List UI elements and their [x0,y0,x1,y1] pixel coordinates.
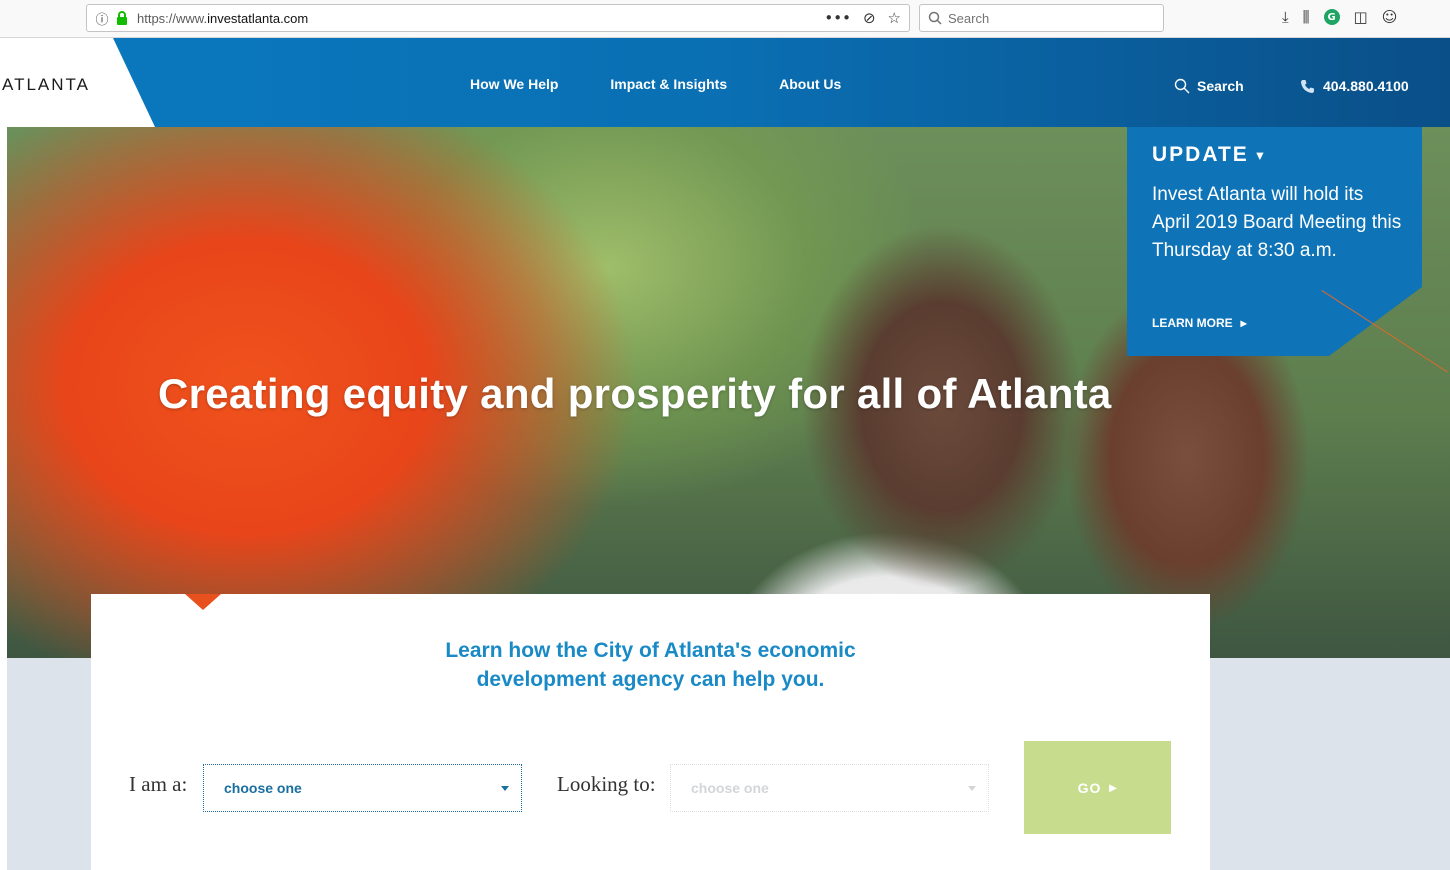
phone-number: 404.880.4100 [1323,78,1409,94]
hero-title: Creating equity and prosperity for all o… [158,370,1112,417]
phone-icon [1301,79,1314,93]
pocket-icon[interactable]: ⊘ [863,9,876,27]
i-am-select[interactable]: choose one [203,764,522,812]
chevron-down-icon [968,786,976,791]
update-heading[interactable]: UPDATE ▾ [1152,143,1265,167]
page-actions: ••• ⊘ ☆ [824,9,909,27]
learn-more-link[interactable]: LEARN MORE ▸ [1152,316,1247,330]
library-icon[interactable]: ⫼ [1303,8,1310,26]
browser-toolbar-icons: ⤓ ⫼ G ◫ ☺ [1282,8,1397,26]
url-domain: investatlanta.com [207,10,309,26]
i-am-select-value: choose one [224,780,302,796]
caret-down-icon: ▾ [1256,147,1266,163]
nav-impact-insights[interactable]: Impact & Insights [610,76,727,92]
main-nav: How We Help Impact & Insights About Us [470,76,841,92]
browser-search-box[interactable]: Search [919,4,1164,32]
header-search-label: Search [1197,78,1244,94]
looking-to-label: Looking to: [557,772,656,796]
arrow-right-icon: ▸ [1240,316,1247,330]
browser-toolbar: ⓘ https://www.investatlanta.com ••• ⊘ ☆ … [0,0,1450,38]
i-am-label: I am a: [129,772,188,796]
update-message: Invest Atlanta will hold its April 2019 … [1152,184,1402,261]
magnifier-icon [928,11,942,25]
looking-to-select-value: choose one [691,780,769,796]
chevron-down-icon [501,786,509,791]
looking-to-select[interactable]: choose one [670,764,989,812]
url-text[interactable]: https://www.investatlanta.com [137,11,308,26]
update-heading-text: UPDATE [1152,143,1249,166]
address-bar[interactable]: ⓘ https://www.investatlanta.com ••• ⊘ ☆ [86,4,910,32]
sidebar-toggle-icon[interactable]: ◫ [1354,8,1368,26]
bookmark-star-icon[interactable]: ☆ [888,9,901,27]
go-label: GO [1077,779,1102,796]
grammarly-extension-icon[interactable]: G [1323,9,1340,25]
url-prefix: https://www. [137,10,208,26]
info-icon[interactable]: ⓘ [91,9,113,28]
extension-icon[interactable]: ☺ [1382,8,1398,26]
page-actions-menu-icon[interactable]: ••• [824,9,851,27]
finder-heading-line-2: development agency can help you. [476,668,825,691]
finder-heading: Learn how the City of Atlanta's economic… [91,636,1210,694]
browser-search-placeholder: Search [948,10,990,26]
go-button[interactable]: GO ▸ [1024,741,1171,834]
header-phone-link[interactable]: 404.880.4100 [1300,78,1409,94]
learn-more-label: LEARN MORE [1152,316,1233,330]
nav-about-us[interactable]: About Us [779,76,841,92]
site-logo[interactable]: ATLANTA [2,75,90,95]
downloads-icon[interactable]: ⤓ [1282,8,1289,26]
header-search-button[interactable]: Search [1174,78,1244,94]
arrow-right-icon: ▸ [1109,779,1118,795]
nav-how-we-help[interactable]: How We Help [470,76,558,92]
finder-heading-line-1: Learn how the City of Atlanta's economic [445,639,856,662]
lock-icon[interactable] [113,11,131,25]
search-icon [1174,78,1190,94]
